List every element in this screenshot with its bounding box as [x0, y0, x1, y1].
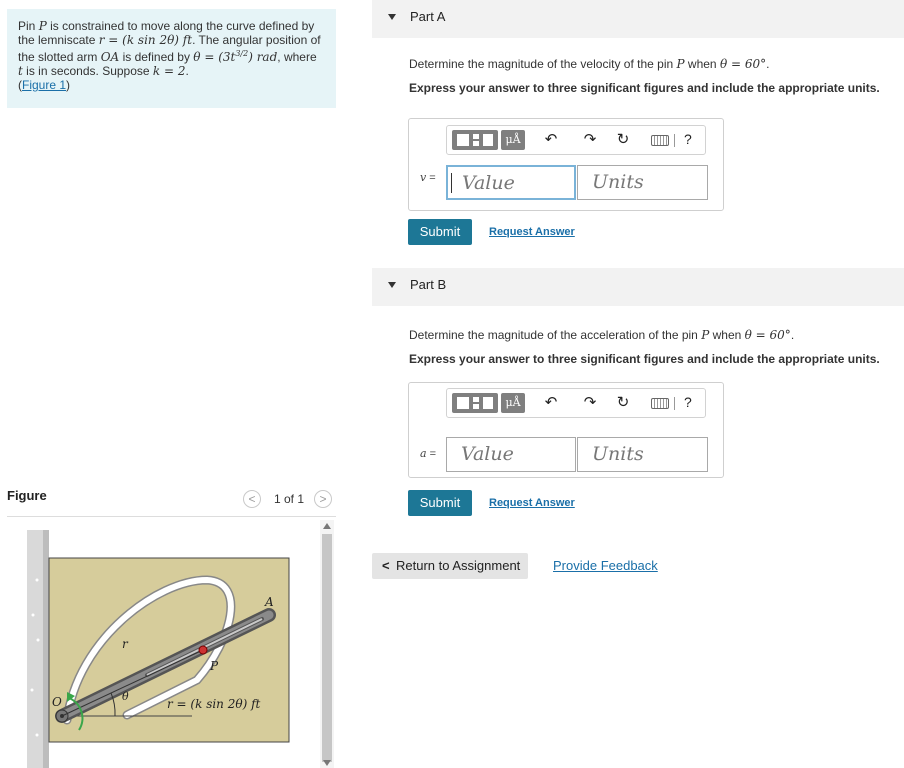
- label-theta: θ: [122, 690, 129, 703]
- problem-statement: Pin P is constrained to move along the c…: [7, 9, 336, 108]
- collapse-triangle-icon[interactable]: [388, 14, 396, 20]
- figure-counter: 1 of 1: [274, 492, 305, 506]
- reset-icon[interactable]: ↻: [615, 394, 631, 412]
- chevron-left-icon: <: [382, 558, 390, 573]
- part-a-question: Determine the magnitude of the velocity …: [409, 57, 769, 71]
- part-a-answer-box: μÅ ↶ ↷ ↻ ? v = Value Units: [408, 118, 724, 211]
- label-a: A: [264, 595, 274, 609]
- question-text: when: [709, 328, 745, 342]
- lemniscate-equation: r = (k sin 2θ) ft: [98, 33, 193, 47]
- undo-icon[interactable]: ↶: [543, 394, 559, 412]
- figure-equation: r = (k sin 2θ) ft: [167, 697, 261, 711]
- units-button[interactable]: μÅ: [501, 393, 525, 413]
- theta-equation: θ = (3t: [193, 50, 236, 64]
- question-theta: θ = 60°: [744, 328, 791, 342]
- math-toolbar: μÅ ↶ ↷ ↻ ?: [446, 388, 706, 418]
- undo-icon[interactable]: ↶: [543, 131, 559, 149]
- collapse-triangle-icon[interactable]: [388, 282, 396, 288]
- help-icon[interactable]: ?: [684, 131, 692, 147]
- math-toolbar: μÅ ↶ ↷ ↻ ?: [446, 125, 706, 155]
- part-a-instruction: Express your answer to three significant…: [409, 81, 880, 95]
- question-text: when: [684, 57, 720, 71]
- acceleration-label: a =: [420, 447, 436, 460]
- templates-button[interactable]: [452, 130, 498, 150]
- problem-text: Pin: [18, 19, 39, 33]
- units-button[interactable]: μÅ: [501, 130, 525, 150]
- part-a-request-answer-link[interactable]: Request Answer: [489, 226, 575, 238]
- acceleration-units-input[interactable]: Units: [577, 437, 708, 472]
- problem-text: , where: [277, 50, 317, 64]
- problem-text: .: [185, 64, 189, 78]
- problem-var-oa: OA: [100, 50, 120, 64]
- part-a-submit-button[interactable]: Submit: [408, 219, 472, 245]
- question-text: Determine the magnitude of the velocity …: [409, 57, 677, 71]
- return-to-assignment-button[interactable]: < Return to Assignment: [372, 553, 528, 579]
- return-label: Return to Assignment: [396, 558, 521, 573]
- reset-icon[interactable]: ↻: [615, 131, 631, 149]
- templates-button[interactable]: [452, 393, 498, 413]
- equals-sign: =: [426, 448, 437, 460]
- provide-feedback-link[interactable]: Provide Feedback: [553, 558, 658, 573]
- theta-equation-end: ) rad: [248, 50, 278, 64]
- question-var-p: P: [676, 57, 685, 71]
- label-o: O: [52, 695, 62, 709]
- part-b-request-answer-link[interactable]: Request Answer: [489, 497, 575, 509]
- pin-p: [198, 645, 208, 655]
- divider: [7, 516, 336, 517]
- question-text: .: [766, 57, 770, 71]
- scroll-down-icon[interactable]: [323, 760, 331, 766]
- keyboard-icon[interactable]: [651, 135, 669, 146]
- toolbar-separator: [674, 397, 675, 410]
- velocity-units-input[interactable]: Units: [577, 165, 708, 200]
- toolbar-separator: [674, 134, 675, 147]
- figure-next-button[interactable]: >: [314, 490, 332, 508]
- problem-text: the lemniscate: [18, 33, 99, 47]
- part-b-instruction: Express your answer to three significant…: [409, 352, 880, 366]
- question-text: .: [790, 328, 795, 342]
- k-value: k = 2: [152, 64, 186, 78]
- problem-text: is defined by: [119, 50, 194, 64]
- redo-icon[interactable]: ↷: [582, 131, 598, 149]
- problem-var-p: P: [38, 19, 47, 33]
- part-b-question: Determine the magnitude of the accelerat…: [409, 328, 794, 342]
- velocity-label: v =: [420, 171, 436, 184]
- label-p: P: [209, 659, 219, 673]
- part-b-answer-box: μÅ ↶ ↷ ↻ ? a = Value Units: [408, 382, 724, 478]
- question-theta: θ = 60°: [719, 57, 767, 71]
- problem-text: the slotted arm: [18, 50, 101, 64]
- redo-icon[interactable]: ↷: [582, 394, 598, 412]
- acceleration-value-input[interactable]: Value: [446, 437, 576, 472]
- equals-sign: =: [426, 172, 436, 184]
- scroll-up-icon[interactable]: [323, 523, 331, 529]
- figure-scrollbar[interactable]: [320, 520, 334, 768]
- figure-title: Figure: [7, 488, 47, 503]
- problem-text: is in seconds. Suppose: [22, 64, 153, 78]
- part-a-title: Part A: [410, 9, 446, 24]
- help-icon[interactable]: ?: [684, 394, 692, 410]
- problem-text: is constrained to move along the curve d…: [46, 19, 315, 33]
- figure-prev-button[interactable]: <: [243, 490, 261, 508]
- theta-exponent: 3/2: [235, 49, 249, 58]
- part-a-header[interactable]: Part A: [372, 0, 904, 38]
- part-b-submit-button[interactable]: Submit: [408, 490, 472, 516]
- figure-link[interactable]: Figure 1: [22, 78, 66, 92]
- velocity-value-input[interactable]: Value: [446, 165, 576, 200]
- part-b-title: Part B: [410, 277, 447, 292]
- scroll-thumb[interactable]: [322, 534, 332, 762]
- problem-text: . The angular position of: [192, 33, 321, 47]
- question-text: Determine the magnitude of the accelerat…: [409, 328, 702, 342]
- figure-image: O A P r θ r = (k sin 2θ) ft: [7, 520, 320, 768]
- keyboard-icon[interactable]: [651, 398, 669, 409]
- part-b-header[interactable]: Part B: [372, 268, 904, 306]
